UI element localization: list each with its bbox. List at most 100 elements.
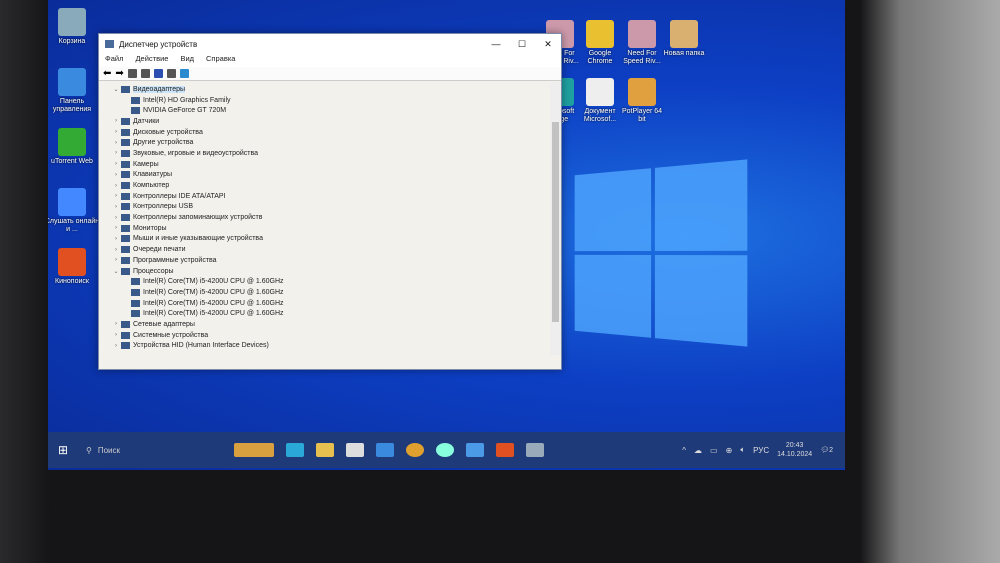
tree-device[interactable]: Intel(R) Core(TM) i5-4200U CPU @ 1.60GHz <box>99 287 549 298</box>
mail-taskbar-icon[interactable] <box>376 443 394 457</box>
menu-item[interactable]: Действие <box>135 54 168 67</box>
onedrive-icon[interactable]: ☁ <box>694 446 702 455</box>
time: 20:43 <box>785 441 804 449</box>
search-box[interactable]: ⚲ Поиск <box>78 432 228 468</box>
chevron-right-icon[interactable]: › <box>111 321 121 327</box>
tree-category[interactable]: › Контроллеры IDE ATA/ATAPI <box>99 191 549 202</box>
tree-category[interactable]: › Датчики <box>99 116 549 127</box>
tree-category[interactable]: › Другие устройства <box>99 137 549 148</box>
desktop-icon[interactable]: Корзина <box>48 8 102 46</box>
tree-category[interactable]: › Звуковые, игровые и видеоустройства <box>99 148 549 159</box>
menu-item[interactable]: Файл <box>105 54 123 67</box>
kinopoisk-taskbar-icon[interactable] <box>496 443 514 457</box>
explorer-taskbar-icon[interactable] <box>316 443 334 457</box>
tree-category[interactable]: ⌄ Видеоадаптеры <box>99 84 549 95</box>
tree-device[interactable]: Intel(R) Core(TM) i5-4200U CPU @ 1.60GHz <box>99 276 549 287</box>
desktop-icon[interactable]: uTorrent Web <box>48 128 102 166</box>
desktop-icon-image <box>586 20 614 48</box>
help-icon[interactable] <box>153 69 163 78</box>
chevron-right-icon[interactable]: › <box>111 118 121 124</box>
chevron-right-icon[interactable]: › <box>111 129 121 135</box>
chevron-right-icon[interactable]: › <box>111 215 121 221</box>
back-icon[interactable]: ⬅ <box>103 68 111 79</box>
tree-device[interactable]: NVIDIA GeForce GT 720M <box>99 105 549 116</box>
player-taskbar-icon[interactable] <box>466 443 484 457</box>
whatsapp-taskbar-icon[interactable] <box>436 443 454 457</box>
desktop-icon[interactable]: Документ Microsof... <box>578 78 622 125</box>
tree-category[interactable]: › Программные устройства <box>99 255 549 266</box>
tree-category[interactable]: › Системные устройства <box>99 330 549 341</box>
chevron-right-icon[interactable]: › <box>111 332 121 338</box>
edge-taskbar-icon[interactable] <box>286 443 304 457</box>
category-label: Сетевые адаптеры <box>133 320 195 328</box>
chevron-right-icon[interactable]: › <box>111 183 121 189</box>
chevron-right-icon[interactable]: › <box>111 172 121 178</box>
tree-device[interactable]: Intel(R) Core(TM) i5-4200U CPU @ 1.60GHz <box>99 298 549 309</box>
maximize-button[interactable]: ☐ <box>509 39 535 50</box>
category-label: Контроллеры IDE ATA/ATAPI <box>133 192 226 200</box>
desktop-icon[interactable]: Новая папка <box>662 20 706 58</box>
tree-category[interactable]: › Дисковые устройства <box>99 127 549 138</box>
chevron-right-icon[interactable]: › <box>111 225 121 231</box>
tree-category[interactable]: › Мыши и иные указывающие устройства <box>99 234 549 245</box>
scrollbar-thumb[interactable] <box>552 122 559 322</box>
tree-category[interactable]: › Контроллеры USB <box>99 202 549 213</box>
chevron-right-icon[interactable]: › <box>111 343 121 349</box>
chevron-right-icon[interactable]: › <box>111 247 121 253</box>
category-icon <box>121 224 130 232</box>
chevron-right-icon[interactable]: › <box>111 204 121 210</box>
window-title: Диспетчер устройств <box>119 39 198 49</box>
view-icon[interactable] <box>166 69 176 78</box>
notification-count: 2 <box>829 447 833 454</box>
tree-category[interactable]: › Сетевые адаптеры <box>99 319 549 330</box>
scan-hardware-icon[interactable] <box>179 69 189 78</box>
device-manager-taskbar-icon[interactable] <box>526 443 544 457</box>
desktop-icon[interactable]: Панель управления <box>48 68 102 115</box>
chevron-right-icon[interactable]: › <box>111 150 121 156</box>
store-taskbar-icon[interactable] <box>346 443 364 457</box>
battery-icon[interactable]: ▭ <box>710 446 718 455</box>
desktop-icon[interactable]: Слушать онлайн и ... <box>48 188 102 235</box>
chevron-down-icon[interactable]: ⌄ <box>111 268 121 275</box>
update-driver-icon[interactable] <box>140 69 150 78</box>
device-label: Intel(R) Core(TM) i5-4200U CPU @ 1.60GHz <box>143 278 284 286</box>
language-indicator[interactable]: РУС <box>753 446 769 455</box>
notifications-icon[interactable]: 💬︎2 <box>820 446 833 454</box>
tree-category[interactable]: › Устройства HID (Human Interface Devices… <box>99 341 549 352</box>
chevron-up-icon[interactable]: ^ <box>682 446 686 455</box>
volume-icon[interactable]: 🔈︎ <box>740 445 745 455</box>
chevron-right-icon[interactable]: › <box>111 140 121 146</box>
tree-category[interactable]: › Компьютер <box>99 180 549 191</box>
chevron-down-icon[interactable]: ⌄ <box>111 86 121 93</box>
category-icon <box>121 267 130 275</box>
menu-item[interactable]: Вид <box>180 54 194 67</box>
tree-device[interactable]: Intel(R) Core(TM) i5-4200U CPU @ 1.60GHz <box>99 308 549 319</box>
properties-icon[interactable] <box>127 69 137 78</box>
chevron-right-icon[interactable]: › <box>111 161 121 167</box>
category-icon <box>121 246 130 254</box>
tree-category[interactable]: › Очереди печати <box>99 244 549 255</box>
tree-category[interactable]: › Контроллеры запоминающих устройств <box>99 212 549 223</box>
close-button[interactable]: ✕ <box>535 39 561 50</box>
tree-device[interactable]: Intel(R) HD Graphics Family <box>99 95 549 106</box>
desktop-icon[interactable]: Кинопоиск <box>48 248 102 286</box>
forward-icon[interactable]: ➡ <box>115 68 123 79</box>
network-icon[interactable]: ⊕ <box>726 446 733 455</box>
desktop-icon[interactable]: PotPlayer 64 bit <box>620 78 664 125</box>
desktop-icon[interactable]: Need For Speed Riv... <box>620 20 664 67</box>
tree-category[interactable]: › Клавиатуры <box>99 170 549 181</box>
clock[interactable]: 20:43 14.10.2024 <box>777 441 812 459</box>
tree-category[interactable]: › Камеры <box>99 159 549 170</box>
chevron-right-icon[interactable]: › <box>111 193 121 199</box>
minimize-button[interactable]: — <box>483 39 509 50</box>
start-button[interactable]: ⊞ <box>48 443 78 457</box>
tree-category[interactable]: ⌄ Процессоры <box>99 266 549 277</box>
tree-category[interactable]: › Мониторы <box>99 223 549 234</box>
menu-item[interactable]: Справка <box>206 54 235 67</box>
news-widget-icon[interactable] <box>234 443 274 457</box>
chevron-right-icon[interactable]: › <box>111 257 121 263</box>
chrome-taskbar-icon[interactable] <box>406 443 424 457</box>
vertical-scrollbar[interactable] <box>550 82 561 355</box>
desktop-icon[interactable]: Google Chrome <box>578 20 622 67</box>
chevron-right-icon[interactable]: › <box>111 236 121 242</box>
